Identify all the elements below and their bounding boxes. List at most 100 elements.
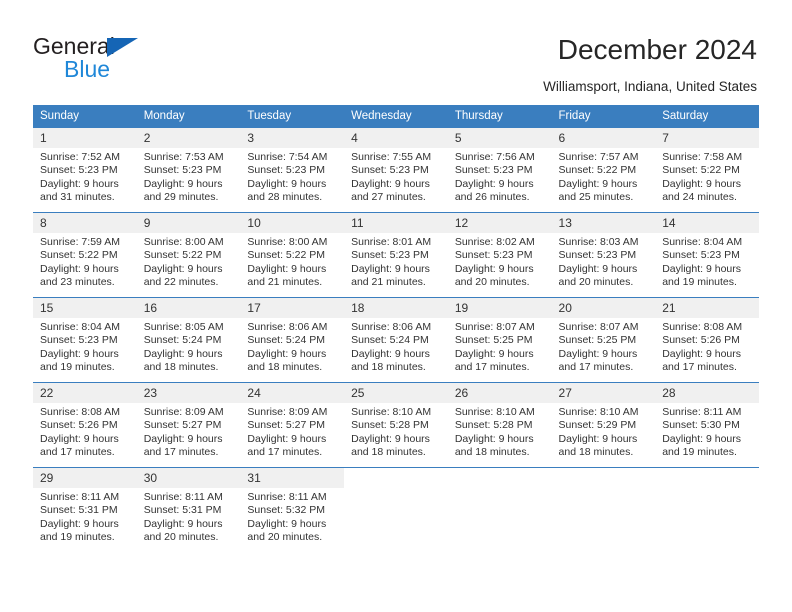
- calendar-day-cell[interactable]: 25 Sunrise: 8:10 AM Sunset: 5:28 PM Dayligh…: [344, 382, 448, 468]
- weekday-header-saturday: Saturday: [655, 105, 759, 128]
- sunrise-text: Sunrise: 8:07 AM: [454, 321, 535, 333]
- page-title: December 2024: [557, 34, 757, 65]
- day-details: Sunrise: 7:54 AM Sunset: 5:23 PM Daylight:…: [240, 148, 344, 204]
- calendar-day-cell[interactable]: 13 Sunrise: 8:03 AM Sunset: 5:23 PM Dayligh…: [551, 212, 656, 298]
- daylight-text: Daylight: 9 hours and 20 minutes.: [247, 517, 327, 543]
- daylight-text: Daylight: 9 hours and 18 minutes.: [454, 432, 534, 458]
- sunset-text: Sunset: 5:23 PM: [351, 164, 429, 177]
- calendar-day-cell[interactable]: 7 Sunrise: 7:58 AM Sunset: 5:22 PM Daylight…: [655, 127, 759, 213]
- day-details: Sunrise: 8:04 AM Sunset: 5:23 PM Daylight:…: [655, 233, 759, 289]
- calendar-day-cell[interactable]: 14 Sunrise: 8:04 AM Sunset: 5:23 PM Dayligh…: [655, 212, 759, 298]
- day-details: Sunrise: 8:10 AM Sunset: 5:29 PM Daylight:…: [552, 403, 656, 459]
- daylight-text: Daylight: 9 hours and 21 minutes.: [351, 262, 430, 288]
- sunset-text: Sunset: 5:24 PM: [351, 334, 429, 347]
- calendar-day-cell[interactable]: 22 Sunrise: 8:08 AM Sunset: 5:26 PM Dayligh…: [33, 382, 137, 468]
- calendar-day-cell[interactable]: 1 Sunrise: 7:52 AM Sunset: 5:23 PM Daylight…: [33, 127, 137, 213]
- day-number: 6: [551, 128, 656, 148]
- daylight-text: Daylight: 9 hours and 20 minutes.: [454, 262, 534, 288]
- day-number: 31: [240, 468, 345, 488]
- day-number: 29: [33, 468, 137, 488]
- sunrise-text: Sunrise: 7:55 AM: [351, 151, 432, 163]
- calendar-day-cell[interactable]: 2 Sunrise: 7:53 AM Sunset: 5:23 PM Daylight…: [136, 127, 241, 213]
- calendar-day-cell[interactable]: 19 Sunrise: 8:07 AM Sunset: 5:25 PM Dayligh…: [447, 297, 552, 383]
- calendar-day-cell[interactable]: 27 Sunrise: 8:10 AM Sunset: 5:29 PM Dayligh…: [551, 382, 656, 468]
- day-number: 12: [447, 213, 552, 233]
- daylight-text: Daylight: 9 hours and 17 minutes.: [143, 432, 223, 458]
- day-number: 5: [447, 128, 552, 148]
- sunrise-text: Sunrise: 8:07 AM: [558, 321, 639, 333]
- sunrise-text: Sunrise: 8:00 AM: [247, 236, 328, 248]
- calendar-grid: Sunday Monday Tuesday Wednesday Thursday Frid…: [33, 105, 759, 552]
- sunrise-text: Sunrise: 7:54 AM: [247, 151, 328, 163]
- day-number: [551, 468, 656, 488]
- calendar-day-cell[interactable]: 6 Sunrise: 7:57 AM Sunset: 5:22 PM Daylight…: [551, 127, 656, 213]
- calendar-day-cell[interactable]: 4 Sunrise: 7:55 AM Sunset: 5:23 PM Daylight…: [344, 127, 448, 213]
- calendar-day-cell[interactable]: 10 Sunrise: 8:00 AM Sunset: 5:22 PM Dayligh…: [240, 212, 345, 298]
- calendar-day-cell[interactable]: 28 Sunrise: 8:11 AM Sunset: 5:30 PM Dayligh…: [655, 382, 759, 468]
- daylight-text: Daylight: 9 hours and 18 minutes.: [558, 432, 638, 458]
- calendar-day-cell[interactable]: 30 Sunrise: 8:11 AM Sunset: 5:31 PM Dayligh…: [136, 467, 241, 552]
- calendar-day-cell[interactable]: 11 Sunrise: 8:01 AM Sunset: 5:23 PM Dayligh…: [344, 212, 448, 298]
- day-details: Sunrise: 8:11 AM Sunset: 5:32 PM Daylight:…: [240, 488, 344, 544]
- sunrise-text: Sunrise: 8:10 AM: [351, 406, 432, 418]
- day-number: 28: [655, 383, 759, 403]
- calendar-day-cell[interactable]: 21 Sunrise: 8:08 AM Sunset: 5:26 PM Dayligh…: [655, 297, 759, 383]
- daylight-text: Daylight: 9 hours and 23 minutes.: [40, 262, 119, 288]
- calendar-day-cell[interactable]: 16 Sunrise: 8:05 AM Sunset: 5:24 PM Dayligh…: [136, 297, 241, 383]
- calendar-day-cell[interactable]: 15 Sunrise: 8:04 AM Sunset: 5:23 PM Dayligh…: [33, 297, 137, 383]
- weekday-header-wednesday: Wednesday: [344, 105, 448, 128]
- calendar-day-cell[interactable]: 31 Sunrise: 8:11 AM Sunset: 5:32 PM Dayligh…: [240, 467, 345, 552]
- daylight-text: Daylight: 9 hours and 24 minutes.: [662, 177, 742, 203]
- sunset-text: Sunset: 5:23 PM: [662, 249, 740, 262]
- sunrise-text: Sunrise: 8:10 AM: [558, 406, 639, 418]
- page-subtitle-location: Williamsport, Indiana, United States: [543, 79, 757, 94]
- day-number: 30: [136, 468, 241, 488]
- weekday-header-row: Sunday Monday Tuesday Wednesday Thursday Frid…: [33, 105, 759, 128]
- day-details: Sunrise: 7:52 AM Sunset: 5:23 PM Daylight:…: [33, 148, 137, 204]
- calendar-body: 1 Sunrise: 7:52 AM Sunset: 5:23 PM Daylight…: [33, 127, 759, 552]
- calendar-day-cell[interactable]: 9 Sunrise: 8:00 AM Sunset: 5:22 PM Daylight…: [136, 212, 241, 298]
- sunset-text: Sunset: 5:25 PM: [454, 334, 533, 347]
- calendar-day-cell[interactable]: 20 Sunrise: 8:07 AM Sunset: 5:25 PM Dayligh…: [551, 297, 656, 383]
- day-details: Sunrise: 8:11 AM Sunset: 5:31 PM Daylight:…: [137, 488, 241, 544]
- sunset-text: Sunset: 5:23 PM: [558, 249, 637, 262]
- sunrise-text: Sunrise: 8:06 AM: [351, 321, 432, 333]
- sunset-text: Sunset: 5:24 PM: [247, 334, 326, 347]
- calendar-day-cell[interactable]: 29 Sunrise: 8:11 AM Sunset: 5:31 PM Dayligh…: [33, 467, 137, 552]
- daylight-text: Daylight: 9 hours and 19 minutes.: [662, 432, 742, 458]
- sunrise-text: Sunrise: 7:57 AM: [558, 151, 639, 163]
- general-blue-logo[interactable]: General Blue: [33, 33, 233, 85]
- day-details: Sunrise: 8:01 AM Sunset: 5:23 PM Daylight:…: [344, 233, 448, 289]
- day-details: Sunrise: 7:56 AM Sunset: 5:23 PM Daylight:…: [448, 148, 552, 204]
- sunset-text: Sunset: 5:22 PM: [558, 164, 637, 177]
- calendar-day-cell[interactable]: 18 Sunrise: 8:06 AM Sunset: 5:24 PM Dayligh…: [344, 297, 448, 383]
- day-details: Sunrise: 8:00 AM Sunset: 5:22 PM Daylight:…: [240, 233, 344, 289]
- daylight-text: Daylight: 9 hours and 18 minutes.: [143, 347, 223, 373]
- calendar-day-cell[interactable]: 17 Sunrise: 8:06 AM Sunset: 5:24 PM Dayligh…: [240, 297, 345, 383]
- sunset-text: Sunset: 5:31 PM: [143, 504, 222, 517]
- day-number: 22: [33, 383, 137, 403]
- sunrise-text: Sunrise: 8:10 AM: [454, 406, 535, 418]
- calendar-day-cell[interactable]: 8 Sunrise: 7:59 AM Sunset: 5:22 PM Daylight…: [33, 212, 137, 298]
- calendar-day-cell[interactable]: 5 Sunrise: 7:56 AM Sunset: 5:23 PM Daylight…: [447, 127, 552, 213]
- calendar-day-cell[interactable]: 3 Sunrise: 7:54 AM Sunset: 5:23 PM Daylight…: [240, 127, 345, 213]
- sunrise-text: Sunrise: 8:04 AM: [40, 321, 120, 333]
- sunset-text: Sunset: 5:28 PM: [454, 419, 533, 432]
- daylight-text: Daylight: 9 hours and 17 minutes.: [558, 347, 638, 373]
- calendar-day-cell[interactable]: 24 Sunrise: 8:09 AM Sunset: 5:27 PM Dayligh…: [240, 382, 345, 468]
- calendar-table: Sunday Monday Tuesday Wednesday Thursday Frid…: [33, 105, 759, 552]
- sunset-text: Sunset: 5:25 PM: [558, 334, 637, 347]
- day-number: 27: [551, 383, 656, 403]
- day-details: Sunrise: 8:04 AM Sunset: 5:23 PM Daylight:…: [33, 318, 137, 374]
- daylight-text: Daylight: 9 hours and 19 minutes.: [40, 347, 119, 373]
- calendar-day-cell[interactable]: 26 Sunrise: 8:10 AM Sunset: 5:28 PM Dayligh…: [447, 382, 552, 468]
- sunrise-text: Sunrise: 8:04 AM: [662, 236, 743, 248]
- day-details: Sunrise: 8:11 AM Sunset: 5:30 PM Daylight:…: [655, 403, 759, 459]
- day-number: 18: [344, 298, 448, 318]
- calendar-day-cell[interactable]: 23 Sunrise: 8:09 AM Sunset: 5:27 PM Dayligh…: [136, 382, 241, 468]
- daylight-text: Daylight: 9 hours and 18 minutes.: [247, 347, 327, 373]
- day-number: 24: [240, 383, 345, 403]
- calendar-day-cell[interactable]: 12 Sunrise: 8:02 AM Sunset: 5:23 PM Dayligh…: [447, 212, 552, 298]
- weekday-header-friday: Friday: [551, 105, 656, 128]
- sunset-text: Sunset: 5:22 PM: [662, 164, 740, 177]
